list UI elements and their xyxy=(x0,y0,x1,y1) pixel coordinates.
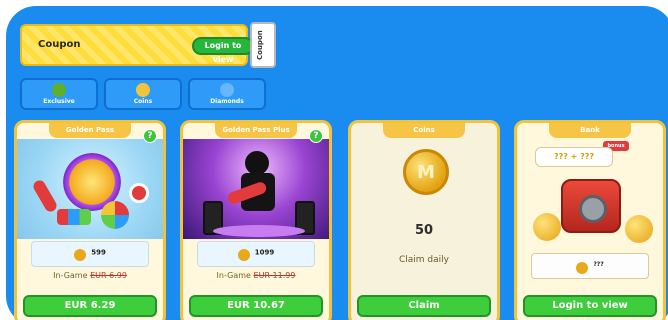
bank-card[interactable]: Bank bonus ??? + ??? ??? Login to view xyxy=(514,120,666,320)
coupon-tab-label: Coupon xyxy=(256,30,264,60)
exclusive-icon xyxy=(52,83,66,97)
claim-button[interactable]: Claim xyxy=(357,295,491,317)
category-tab-exclusive[interactable]: Exclusive xyxy=(20,78,98,110)
ingame-price: In-Game EUR 11.99 xyxy=(183,271,329,280)
stage-icon xyxy=(213,225,305,237)
rocker-head-icon xyxy=(245,151,269,175)
help-icon[interactable]: ? xyxy=(309,129,323,143)
color-wheel-icon xyxy=(101,201,129,229)
gold-coins-icon xyxy=(533,213,561,241)
help-icon[interactable]: ? xyxy=(143,129,157,143)
coin-stack-icon xyxy=(74,249,87,261)
blocks-icon xyxy=(57,209,91,225)
coin-icon: M xyxy=(403,149,449,195)
coupon-login-button[interactable]: Login to view xyxy=(192,37,254,64)
coin-icon xyxy=(136,83,150,97)
candy-icon xyxy=(31,178,59,214)
coin-stack-icon xyxy=(576,261,589,274)
ingame-price: In-Game EUR 6.99 xyxy=(17,271,163,280)
coupon-label: Coupon xyxy=(38,39,81,50)
gold-coins-icon xyxy=(625,215,653,243)
category-tab-coins[interactable]: Coins xyxy=(104,78,182,110)
amount-box: 1099 xyxy=(197,241,315,267)
amount-box: ??? xyxy=(531,253,649,279)
category-label: Exclusive xyxy=(43,98,75,105)
amount-value: 1099 xyxy=(254,248,275,257)
ingame-price-value: EUR 11.99 xyxy=(253,271,296,280)
amount-box: 599 xyxy=(31,241,149,267)
shop-panel: Coupon Login to view Coupon Exclusive Co… xyxy=(6,6,668,320)
coins-amount: 50 xyxy=(414,223,434,238)
card-title: Golden Pass Plus xyxy=(215,123,297,138)
bank-bubble-text: ??? + ??? xyxy=(553,152,595,161)
ingame-prefix: In-Game xyxy=(216,271,251,280)
golden-pass-plus-card[interactable]: Golden Pass Plus ? 1099 In-Game EUR 11.9… xyxy=(180,120,332,320)
ban-icon xyxy=(129,183,149,203)
golden-pass-image xyxy=(17,139,163,239)
login-to-view-button[interactable]: Login to view xyxy=(523,295,657,317)
diamond-icon xyxy=(220,83,234,97)
buy-button[interactable]: EUR 10.67 xyxy=(189,295,323,317)
coin-stack-icon xyxy=(237,249,250,261)
card-title: Golden Pass xyxy=(49,123,131,138)
bank-bubble: ??? + ??? xyxy=(535,147,613,167)
card-title: Coins xyxy=(383,123,465,138)
ingame-price-value: EUR 6.99 xyxy=(90,271,127,280)
coupon-banner: Coupon Login to view xyxy=(20,24,254,66)
buy-button[interactable]: EUR 6.29 xyxy=(23,295,157,317)
coins-subtitle: Claim daily xyxy=(399,255,449,265)
category-label: Diamonds xyxy=(210,98,244,105)
safe-icon xyxy=(561,179,621,233)
category-label: Coins xyxy=(133,98,153,105)
coupon-tab[interactable]: Coupon xyxy=(250,22,276,68)
golden-pass-plus-image xyxy=(183,139,329,239)
amount-value: 599 xyxy=(91,248,106,257)
amount-value: ??? xyxy=(593,261,604,268)
ingame-prefix: In-Game xyxy=(53,271,88,280)
coins-card[interactable]: Coins M 50 Claim daily Claim xyxy=(348,120,500,320)
golden-pass-card[interactable]: Golden Pass ? 599 In-Game EUR 6.99 EUR 6… xyxy=(14,120,166,320)
card-title: Bank xyxy=(549,123,631,138)
category-tab-diamonds[interactable]: Diamonds xyxy=(188,78,266,110)
